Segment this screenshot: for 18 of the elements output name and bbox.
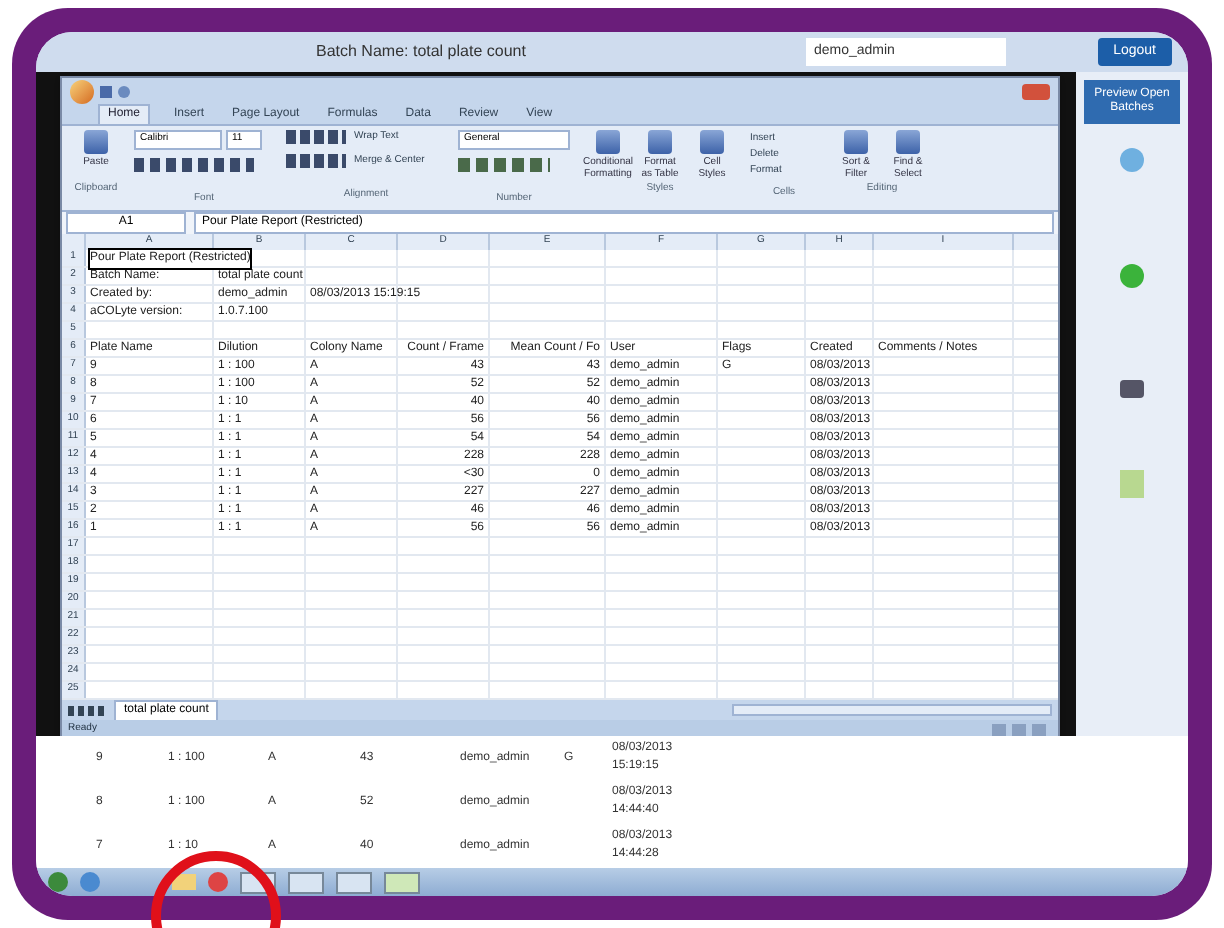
button-icon	[896, 130, 920, 154]
view-buttons-icon[interactable]	[992, 723, 1052, 735]
button-icon	[596, 130, 620, 154]
window-icon[interactable]	[288, 871, 324, 893]
horizontal-scrollbar[interactable]	[732, 704, 1052, 716]
align-icons[interactable]	[286, 153, 346, 168]
button-icon	[844, 130, 868, 154]
button-icon	[648, 130, 672, 154]
sheet-nav-icon[interactable]	[68, 705, 108, 715]
close-icon[interactable]	[1022, 84, 1050, 100]
align-icons[interactable]	[286, 130, 346, 145]
spreadsheet-icon[interactable]	[384, 871, 420, 893]
button-icon	[700, 130, 724, 154]
format-icons[interactable]	[134, 157, 254, 171]
window-icon[interactable]	[336, 871, 372, 893]
button-icon	[84, 130, 108, 154]
batch-title: Batch Name: total plate count	[316, 40, 526, 64]
number-icons[interactable]	[458, 157, 550, 171]
